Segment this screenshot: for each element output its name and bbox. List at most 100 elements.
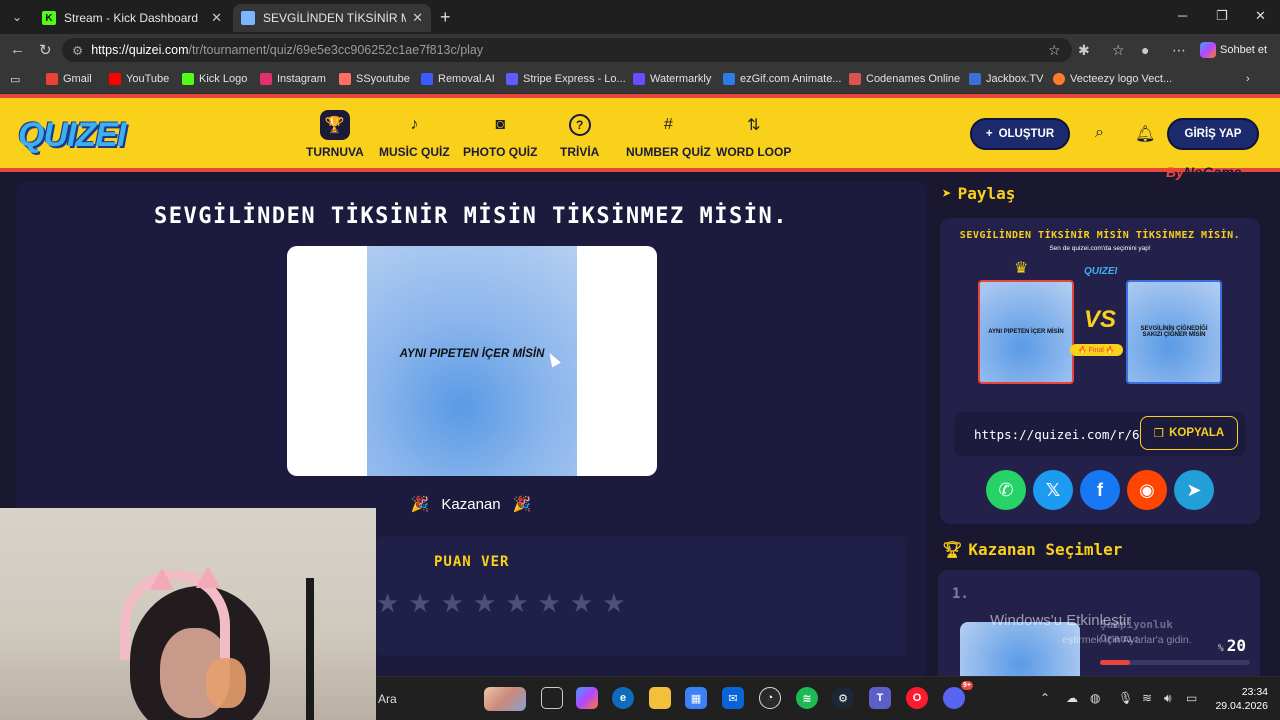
- extensions-icon[interactable]: ✱: [1078, 42, 1090, 59]
- minimize-icon[interactable]: ─: [1178, 8, 1187, 23]
- microphone-icon[interactable]: 🎙︎: [1118, 691, 1133, 705]
- tab-quizei-active[interactable]: SEVGİLİNDEN TİKSİNİR MİSİN TİKS ✕: [233, 4, 431, 32]
- back-icon[interactable]: ←: [10, 41, 25, 58]
- steam-icon[interactable]: ⚙: [832, 687, 854, 709]
- bookmark-instagram[interactable]: Instagram: [260, 73, 326, 85]
- share-link[interactable]: https://quizei.com/r/6: [974, 427, 1140, 442]
- streamer-hand: [206, 658, 246, 708]
- preview-card-right: SEVGİLİNİN ÇİĞNEDİĞİ SAKIZI ÇİĞNER MİSİN: [1126, 280, 1222, 384]
- music-note-icon: ♪: [410, 116, 419, 133]
- bookmark-stripe[interactable]: Stripe Express - Lo...: [506, 73, 626, 85]
- bookmark-gmail[interactable]: Gmail: [46, 73, 92, 85]
- teams-icon[interactable]: T: [869, 687, 891, 709]
- task-view-icon[interactable]: [541, 687, 563, 709]
- bell-icon[interactable]: 🔔︎: [1135, 124, 1155, 144]
- star-icon[interactable]: ★: [505, 588, 528, 619]
- battery-icon[interactable]: ▭: [1186, 691, 1197, 705]
- bookmark-label: Codenames Online: [866, 73, 961, 85]
- plus-icon: +: [985, 128, 993, 140]
- copilot-taskbar-icon[interactable]: [576, 687, 598, 709]
- preview-subtitle: Sen de quizei.com'da seçimini yap!: [1049, 245, 1151, 252]
- tab-list-button[interactable]: ⌄: [6, 6, 28, 28]
- volume-icon[interactable]: 🔊︎: [1164, 691, 1172, 706]
- bookmark-watermarkly[interactable]: Watermarkly: [633, 73, 711, 85]
- taskbar-search[interactable]: Ara: [376, 683, 536, 715]
- maximize-icon[interactable]: ❐: [1216, 8, 1228, 24]
- file-explorer-icon[interactable]: [649, 687, 671, 709]
- favorite-star-icon[interactable]: ☆: [1048, 42, 1061, 59]
- new-tab-icon[interactable]: +: [440, 7, 451, 28]
- taskbar-clock[interactable]: 23:34 29.04.2026: [1214, 685, 1268, 713]
- quizei-logo[interactable]: QUIZEI: [18, 116, 126, 155]
- bookmark-vecteezy[interactable]: Vecteezy logo Vect...: [1053, 73, 1172, 85]
- x-twitter-icon[interactable]: 𝕏: [1033, 470, 1073, 510]
- facebook-icon[interactable]: f: [1080, 470, 1120, 510]
- bynogame-logo[interactable]: ByNoGame: [1166, 164, 1241, 180]
- bookmark-ssyoutube[interactable]: SSyoutube: [339, 73, 410, 85]
- star-icon[interactable]: ★: [376, 588, 399, 619]
- star-icon[interactable]: ★: [441, 588, 464, 619]
- star-icon[interactable]: ★: [473, 588, 496, 619]
- copy-icon: ❐: [1153, 428, 1165, 440]
- nav-music-quiz[interactable]: ♪ MUSİC QUİZ: [379, 110, 450, 159]
- quiz-title: SEVGİLİNDEN TİKSİNİR MİSİN TİKSİNMEZ MİS…: [153, 204, 789, 229]
- discord-icon[interactable]: 9+: [943, 681, 973, 709]
- spotify-icon[interactable]: ≋: [796, 687, 818, 709]
- bookmark-kick-logo[interactable]: Kick Logo: [182, 73, 247, 85]
- search-icon[interactable]: ⌕: [1095, 124, 1104, 142]
- nav-label: NUMBER QUİZ: [626, 145, 711, 159]
- onedrive-icon[interactable]: ☁: [1066, 691, 1078, 705]
- tab-kick-dashboard[interactable]: K Stream - Kick Dashboard ✕: [34, 4, 230, 32]
- network-tray-icon[interactable]: ◍: [1090, 691, 1100, 705]
- bookmark-label: ezGif.com Animate...: [740, 73, 842, 85]
- url-bar[interactable]: ⚙ https://quizei.com/tr/tournament/quiz/…: [62, 38, 1072, 62]
- close-window-icon[interactable]: ✕: [1255, 8, 1266, 24]
- more-menu-icon[interactable]: ⋯: [1172, 42, 1186, 59]
- bookmarks-menu-icon[interactable]: ▭: [10, 73, 20, 86]
- close-tab-icon[interactable]: ✕: [211, 10, 222, 26]
- rating-stars: ★ ★ ★ ★ ★ ★ ★ ★: [376, 588, 626, 619]
- bookmark-removal-ai[interactable]: Removal.AI: [421, 73, 495, 85]
- edge-icon[interactable]: e: [612, 687, 634, 709]
- nav-photo-quiz[interactable]: ◙ PHOTO QUİZ: [463, 110, 537, 159]
- star-icon[interactable]: ★: [408, 588, 431, 619]
- nav-turnuva[interactable]: 🏆 TURNUVA: [306, 110, 364, 159]
- bookmark-youtube[interactable]: YouTube: [109, 73, 169, 85]
- telegram-icon[interactable]: ➤: [1174, 470, 1214, 510]
- star-icon[interactable]: ★: [602, 588, 625, 619]
- wifi-icon[interactable]: ≋: [1142, 691, 1152, 705]
- nav-label: TURNUVA: [306, 145, 364, 159]
- youtube-icon: [109, 73, 121, 85]
- login-button[interactable]: GİRİŞ YAP: [1167, 118, 1259, 150]
- discord-badge: 9+: [961, 681, 973, 690]
- party-popper-icon: 🎉: [512, 496, 532, 513]
- copilot-chat-button[interactable]: Sohbet et: [1200, 42, 1267, 58]
- close-tab-icon[interactable]: ✕: [412, 10, 423, 26]
- opera-icon[interactable]: O: [906, 687, 928, 709]
- profile-icon[interactable]: ●: [1141, 42, 1149, 58]
- nav-word-loop[interactable]: ⇅ WORD LOOP: [716, 110, 791, 159]
- create-button[interactable]: + OLUŞTUR: [970, 118, 1070, 150]
- star-icon[interactable]: ★: [538, 588, 561, 619]
- favorites-icon[interactable]: ☆: [1112, 42, 1125, 59]
- bookmark-ezgif[interactable]: ezGif.com Animate...: [723, 73, 841, 85]
- reddit-icon[interactable]: ◉: [1127, 470, 1167, 510]
- champion-rate-fill: [1100, 660, 1130, 665]
- tab-title: SEVGİLİNDEN TİKSİNİR MİSİN TİKS: [263, 11, 407, 25]
- reload-icon[interactable]: ↻: [39, 41, 52, 59]
- bookmarks-overflow-icon[interactable]: ›: [1246, 73, 1250, 85]
- outlook-icon[interactable]: ✉: [722, 687, 744, 709]
- site-info-icon[interactable]: ⚙: [72, 43, 83, 58]
- bookmark-label: Jackbox.TV: [986, 73, 1044, 85]
- trophy-icon: 🏆︎: [942, 540, 963, 559]
- nav-trivia[interactable]: ? TRİVİA: [560, 110, 599, 159]
- tray-overflow-icon[interactable]: ⌃: [1040, 691, 1050, 705]
- nav-number-quiz[interactable]: # NUMBER QUİZ: [626, 110, 711, 159]
- obs-icon[interactable]: ◔: [759, 687, 781, 709]
- star-icon[interactable]: ★: [570, 588, 593, 619]
- bookmark-jackbox[interactable]: Jackbox.TV: [969, 73, 1043, 85]
- bookmark-codenames[interactable]: Codenames Online: [849, 73, 960, 85]
- copy-button[interactable]: ❐ KOPYALA: [1140, 416, 1238, 450]
- whatsapp-icon[interactable]: ✆: [986, 470, 1026, 510]
- store-icon[interactable]: ▦: [685, 687, 707, 709]
